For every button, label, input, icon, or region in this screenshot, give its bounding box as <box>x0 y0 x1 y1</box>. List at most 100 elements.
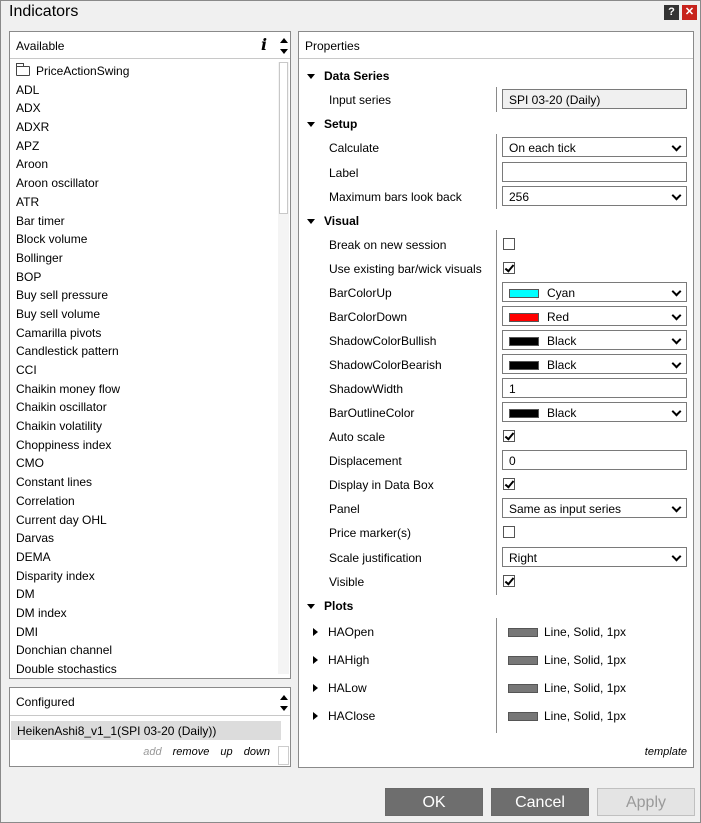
list-item[interactable]: Chaikin volatility <box>10 417 276 436</box>
list-item[interactable]: Bollinger <box>10 249 276 268</box>
help-icon[interactable]: ? <box>664 5 679 20</box>
list-item[interactable]: DM <box>10 585 276 604</box>
plot-haopen[interactable]: HAOpen <box>313 625 374 639</box>
list-item[interactable]: Block volume <box>10 230 276 249</box>
list-item[interactable]: Constant lines <box>10 473 276 492</box>
plot-haclose-value[interactable]: Line, Solid, 1px <box>508 709 626 723</box>
column-divider[interactable] <box>496 134 497 209</box>
plot-hahigh[interactable]: HAHigh <box>313 653 369 667</box>
column-divider[interactable] <box>496 618 497 733</box>
column-divider[interactable] <box>496 230 497 595</box>
plot-haclose[interactable]: HAClose <box>313 709 375 723</box>
color-swatch <box>509 361 539 370</box>
list-item[interactable]: Double stochastics <box>10 660 276 674</box>
shadow-bullish-select[interactable]: Black <box>502 330 687 350</box>
shadow-bearish-select[interactable]: Black <box>502 354 687 374</box>
sort-arrows-icon[interactable] <box>280 35 290 57</box>
list-item[interactable]: APZ <box>10 137 276 156</box>
input-series-field[interactable]: SPI 03-20 (Daily) <box>502 89 687 109</box>
scrollbar-thumb[interactable] <box>279 62 288 214</box>
list-item[interactable]: Buy sell volume <box>10 305 276 324</box>
close-icon[interactable]: ✕ <box>682 5 697 20</box>
up-link[interactable]: up <box>220 746 232 758</box>
list-item[interactable]: DEMA <box>10 548 276 567</box>
plot-halow-value[interactable]: Line, Solid, 1px <box>508 681 626 695</box>
break-session-checkbox[interactable] <box>503 238 515 250</box>
shadow-width-input[interactable]: 1 <box>502 378 687 398</box>
shadow-width-label: ShadowWidth <box>329 382 404 396</box>
list-item[interactable]: ATR <box>10 193 276 212</box>
list-item[interactable]: Bar timer <box>10 212 276 231</box>
chevron-down-icon <box>671 406 682 417</box>
bar-color-up-select[interactable]: Cyan <box>502 282 687 302</box>
expand-icon <box>313 628 318 636</box>
data-box-checkbox[interactable] <box>503 478 515 490</box>
apply-button[interactable]: Apply <box>597 788 695 816</box>
column-divider[interactable] <box>496 87 497 112</box>
list-item[interactable]: ADXR <box>10 118 276 137</box>
list-item[interactable]: Candlestick pattern <box>10 342 276 361</box>
list-item[interactable]: CMO <box>10 454 276 473</box>
section-visual[interactable]: Visual <box>307 214 359 228</box>
configured-scrollbar[interactable] <box>278 746 289 765</box>
properties-title: Properties <box>305 39 360 53</box>
price-marker-checkbox[interactable] <box>503 526 515 538</box>
label-input[interactable] <box>502 162 687 182</box>
list-item[interactable]: ADX <box>10 99 276 118</box>
displacement-input[interactable]: 0 <box>502 450 687 470</box>
available-header: Available <box>10 32 290 59</box>
info-icon[interactable]: i <box>261 35 267 54</box>
bar-outline-select[interactable]: Black <box>502 402 687 422</box>
list-item[interactable]: Aroon oscillator <box>10 174 276 193</box>
list-item[interactable]: Correlation <box>10 492 276 511</box>
configured-item[interactable]: HeikenAshi8_v1_1(SPI 03-20 (Daily)) <box>11 721 281 740</box>
list-item[interactable]: Aroon <box>10 155 276 174</box>
list-item[interactable]: Choppiness index <box>10 436 276 455</box>
add-link[interactable]: add <box>143 746 161 758</box>
auto-scale-checkbox[interactable] <box>503 430 515 442</box>
sort-arrows-icon[interactable] <box>280 692 290 714</box>
list-item[interactable]: Camarilla pivots <box>10 324 276 343</box>
list-item[interactable]: Donchian channel <box>10 641 276 660</box>
panel-select[interactable]: Same as input series <box>502 498 687 518</box>
plot-halow[interactable]: HALow <box>313 681 367 695</box>
list-item[interactable]: CCI <box>10 361 276 380</box>
color-swatch <box>509 313 539 322</box>
max-bars-label: Maximum bars look back <box>329 190 462 204</box>
list-item[interactable]: PriceActionSwing <box>10 62 276 81</box>
list-item[interactable]: DMI <box>10 623 276 642</box>
section-plots[interactable]: Plots <box>307 599 353 613</box>
bar-outline-label: BarOutlineColor <box>329 406 415 420</box>
plot-hahigh-value[interactable]: Line, Solid, 1px <box>508 653 626 667</box>
use-existing-checkbox[interactable] <box>503 262 515 274</box>
list-item[interactable]: Disparity index <box>10 567 276 586</box>
template-link[interactable]: template <box>645 746 687 758</box>
visible-checkbox[interactable] <box>503 575 515 587</box>
break-session-label: Break on new session <box>329 238 447 252</box>
plot-haopen-value[interactable]: Line, Solid, 1px <box>508 625 626 639</box>
ok-button[interactable]: OK <box>385 788 483 816</box>
remove-link[interactable]: remove <box>173 746 210 758</box>
list-item[interactable]: BOP <box>10 268 276 287</box>
calculate-select[interactable]: On each tick <box>502 137 687 157</box>
chevron-down-icon <box>671 286 682 297</box>
section-data-series[interactable]: Data Series <box>307 69 389 83</box>
scale-justification-label: Scale justification <box>329 551 422 565</box>
list-item[interactable]: Chaikin oscillator <box>10 398 276 417</box>
available-scrollbar[interactable] <box>278 62 289 674</box>
list-item[interactable]: Darvas <box>10 529 276 548</box>
bar-color-down-select[interactable]: Red <box>502 306 687 326</box>
list-item[interactable]: DM index <box>10 604 276 623</box>
scale-justification-select[interactable]: Right <box>502 547 687 567</box>
list-item[interactable]: Chaikin money flow <box>10 380 276 399</box>
list-item[interactable]: Current day OHL <box>10 511 276 530</box>
chevron-down-icon <box>671 310 682 321</box>
down-link[interactable]: down <box>244 746 270 758</box>
chevron-down-icon <box>671 502 682 513</box>
available-list[interactable]: PriceActionSwing ADL ADX ADXR APZ Aroon … <box>10 62 276 674</box>
list-item[interactable]: ADL <box>10 81 276 100</box>
list-item[interactable]: Buy sell pressure <box>10 286 276 305</box>
section-setup[interactable]: Setup <box>307 117 357 131</box>
cancel-button[interactable]: Cancel <box>491 788 589 816</box>
max-bars-select[interactable]: 256 <box>502 186 687 206</box>
